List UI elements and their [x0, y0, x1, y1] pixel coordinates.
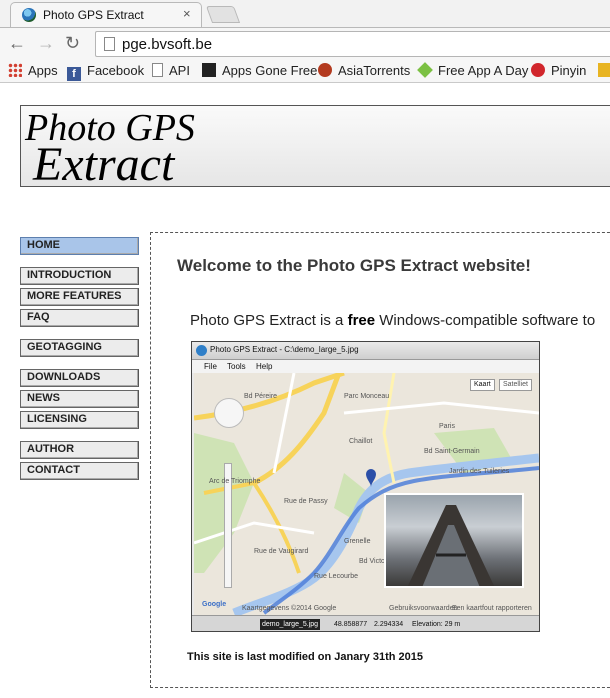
map-label: Parc Monceau: [344, 393, 390, 400]
app-menu-help: Help: [256, 362, 273, 371]
page-icon: [104, 37, 115, 51]
map-label: Jardin des Tuileries: [449, 468, 510, 475]
address-bar[interactable]: pge.bvsoft.be: [95, 31, 610, 57]
app-window-title: Photo GPS Extract - C:\demo_large_5.jpg: [210, 345, 359, 354]
app-menu-tools: Tools: [227, 362, 246, 371]
status-latitude: 48.858877: [334, 621, 368, 628]
app-globe-icon: [196, 345, 207, 356]
site-banner: Photo GPS Extract: [20, 105, 610, 187]
nav-geotagging[interactable]: GEOTAGGING: [20, 339, 139, 357]
map-label: Arc de Triomphe: [209, 478, 261, 485]
bookmark-overflow[interactable]: [598, 62, 610, 80]
bookmark-pinyin[interactable]: Pinyin: [531, 62, 586, 80]
google-logo: Google: [202, 601, 227, 608]
app-menu-file: File: [204, 362, 217, 371]
asiatorrents-icon: [318, 63, 332, 77]
map-pan-control[interactable]: [214, 398, 244, 428]
agf-icon: [202, 63, 216, 77]
last-modified-note: This site is last modified on Janary 31t…: [187, 651, 423, 663]
photo-preview: [384, 493, 524, 588]
map-label: Rue de Vaugirard: [254, 548, 309, 555]
apps-grid-icon: [8, 63, 22, 77]
map-label: Bd Péreire: [244, 393, 278, 400]
globe-favicon-icon: [22, 8, 36, 22]
map-type-kaart[interactable]: Kaart: [470, 379, 495, 391]
map-report-link[interactable]: Een kaartfout rapporteren: [452, 605, 532, 612]
bookmark-apps-gone-free[interactable]: Apps Gone Free: [202, 62, 317, 80]
bookmarks-bar: Apps f Facebook API Apps Gone Free AsiaTo…: [0, 59, 610, 83]
nav-contact[interactable]: CONTACT: [20, 462, 139, 480]
nav-downloads[interactable]: DOWNLOADS: [20, 369, 139, 387]
bookmark-api[interactable]: API: [152, 62, 190, 80]
intro-text: Photo GPS Extract is a free Windows-comp…: [190, 312, 596, 329]
map-terms-link[interactable]: Gebruiksvoorwaarden: [389, 605, 457, 612]
status-filename[interactable]: demo_large_5.jpg: [260, 619, 321, 630]
nav-author[interactable]: AUTHOR: [20, 441, 139, 459]
forward-arrow-icon[interactable]: →: [37, 33, 55, 53]
app-statusbar: demo_large_5.jpg 48.858877 2.294334 Elev…: [192, 615, 539, 631]
bookmark-facebook[interactable]: f Facebook: [67, 62, 144, 81]
status-elevation: Elevation: 29 m: [412, 621, 461, 628]
map-label: Rue de Passy: [284, 498, 328, 505]
status-longitude: 2.294334: [374, 621, 404, 628]
facebook-icon: f: [67, 67, 81, 81]
nav-home[interactable]: HOME: [20, 237, 139, 255]
app-window-titlebar: Photo GPS Extract - C:\demo_large_5.jpg: [192, 342, 539, 360]
map-copyright: Kaartgegevens ©2014 Google: [242, 605, 337, 612]
nav-faq[interactable]: FAQ: [20, 309, 139, 327]
browser-toolbar: ← → ↻ pge.bvsoft.be: [0, 27, 610, 59]
app-menubar: File Tools Help: [192, 360, 539, 373]
map-type-satelliet[interactable]: Satelliet: [499, 379, 532, 391]
app-screenshot: Photo GPS Extract - C:\demo_large_5.jpg …: [191, 341, 540, 632]
new-tab-button[interactable]: [205, 6, 241, 23]
tab-title: Photo GPS Extract: [43, 8, 144, 22]
browser-tab[interactable]: Photo GPS Extract ×: [10, 2, 202, 27]
bookmark-asiatorrents[interactable]: AsiaTorrents: [318, 62, 410, 80]
nav-news[interactable]: NEWS: [20, 390, 139, 408]
nav-licensing[interactable]: LICENSING: [20, 411, 139, 429]
tab-close-icon[interactable]: ×: [183, 6, 191, 21]
gem-icon: [417, 62, 433, 78]
tab-strip: Photo GPS Extract ×: [0, 0, 610, 27]
map-view: Kaart Satelliet Bd Péreire Parc Monceau …: [194, 373, 539, 615]
nav-more-features[interactable]: MORE FEATURES: [20, 288, 139, 306]
reload-icon[interactable]: ↻: [65, 33, 80, 53]
map-label: Grenelle: [344, 538, 371, 545]
bookmark-free-app-a-day[interactable]: Free App A Day: [417, 62, 528, 80]
banner-line-2: Extract: [33, 138, 175, 187]
address-url: pge.bvsoft.be: [122, 36, 213, 53]
eiffel-tower-photo: [407, 505, 495, 586]
back-arrow-icon[interactable]: ←: [8, 33, 26, 53]
bookmark-apps[interactable]: Apps: [8, 62, 58, 80]
map-label: Bd Saint-Germain: [424, 448, 480, 455]
pinyin-icon: [531, 63, 545, 77]
folder-icon: [598, 63, 610, 77]
map-label: Paris: [439, 423, 455, 430]
map-label: Chaillot: [349, 438, 373, 445]
page-icon: [152, 63, 163, 77]
nav-introduction[interactable]: INTRODUCTION: [20, 267, 139, 285]
welcome-heading: Welcome to the Photo GPS Extract website…: [177, 256, 531, 275]
map-label: Rue Lecourbe: [314, 573, 358, 580]
